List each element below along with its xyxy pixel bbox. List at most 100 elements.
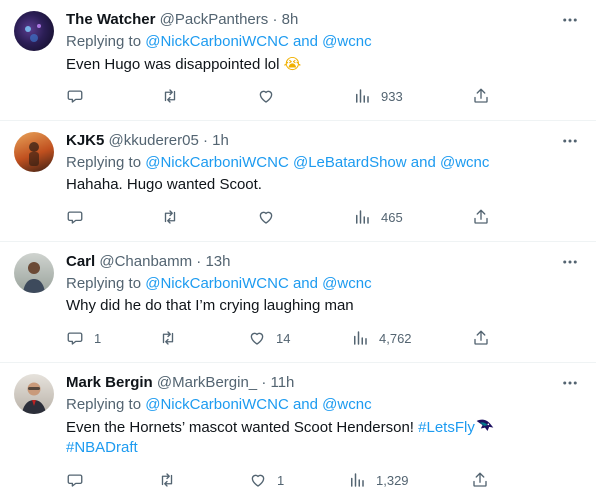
replying-to: Replying to @NickCarboniWCNC and @wcnc (66, 395, 372, 415)
tweet[interactable]: KJK5 @kkuderer05 · 1h Replying to @NickC… (0, 121, 596, 241)
heart-icon (251, 474, 265, 487)
mention-link[interactable]: @wcnc (322, 275, 371, 292)
display-name[interactable]: Mark Bergin (66, 374, 153, 391)
timestamp[interactable]: 8h (282, 11, 299, 28)
replying-to: Replying to @NickCarboniWCNC and @wcnc (66, 274, 372, 294)
share-icon (474, 88, 488, 103)
share-icon (474, 330, 488, 345)
reply-button[interactable]: 1 (66, 328, 101, 348)
retweet-button[interactable] (161, 86, 189, 106)
tweet[interactable]: Carl @Chanbamm · 13h Replying to @NickCa… (0, 242, 596, 362)
like-button[interactable]: 1 (249, 470, 284, 490)
mention-connector: and (292, 33, 318, 50)
timestamp[interactable]: 1h (212, 132, 229, 149)
views-icon (356, 89, 369, 103)
mention-link[interactable]: @wcnc (322, 396, 371, 413)
reply-button[interactable] (66, 86, 94, 106)
views-count: 465 (381, 209, 403, 225)
separator-dot: · (196, 253, 202, 270)
mention-link[interactable]: @wcnc (440, 154, 489, 171)
more-button[interactable] (558, 10, 582, 30)
mention-link[interactable]: @NickCarboniWCNC (145, 33, 289, 50)
mention-link[interactable]: @LeBatardShow (293, 154, 407, 171)
hashtag-link[interactable]: #LetsFly (418, 419, 475, 436)
display-name[interactable]: Carl (66, 253, 95, 270)
more-icon (563, 18, 577, 22)
tweet-text: Even Hugo was disappointed lol 😭 (66, 54, 566, 75)
views-button[interactable]: 4,762 (351, 328, 412, 348)
more-button[interactable] (558, 131, 582, 151)
share-button[interactable] (472, 328, 490, 348)
retweet-button[interactable] (159, 328, 187, 348)
mention-link[interactable]: @NickCarboniWCNC (145, 154, 289, 171)
reply-icon (67, 474, 83, 487)
tweet-text: Even the Hornets’ mascot wanted Scoot He… (66, 417, 566, 458)
tweet-text: Why did he do that I’m crying laughing m… (66, 296, 566, 316)
user-handle[interactable]: @kkuderer05 (109, 132, 199, 149)
tweet-text-content: Hahaha. Hugo wanted Scoot. (66, 176, 262, 193)
like-button[interactable]: 14 (248, 328, 290, 348)
share-button[interactable] (471, 470, 489, 490)
views-count: 4,762 (379, 330, 412, 346)
tweet-header: The Watcher @PackPanthers · 8h (66, 10, 298, 30)
views-icon (351, 473, 364, 487)
more-button[interactable] (558, 373, 582, 393)
heart-icon (259, 211, 273, 224)
avatar[interactable] (14, 11, 54, 51)
tweet-text-content: Why did he do that I’m crying laughing m… (66, 297, 354, 314)
views-button[interactable]: 1,329 (348, 470, 409, 490)
display-name[interactable]: KJK5 (66, 132, 104, 149)
user-handle[interactable]: @MarkBergin_ (157, 374, 257, 391)
user-handle[interactable]: @PackPanthers (160, 11, 269, 28)
timestamp[interactable]: 11h (270, 374, 294, 391)
hornets-logo-icon (476, 419, 494, 431)
replying-prefix: Replying to (66, 33, 142, 50)
views-icon (354, 331, 367, 345)
retweet-icon (162, 331, 174, 345)
crying-emoji: 😭 (283, 55, 302, 73)
tweet[interactable]: Mark Bergin @MarkBergin_ · 11h Replying … (0, 363, 596, 494)
like-button[interactable] (257, 86, 285, 106)
more-icon (563, 139, 577, 143)
reply-icon (67, 211, 83, 224)
replying-to: Replying to @NickCarboniWCNC and @wcnc (66, 32, 372, 52)
separator-dot: · (261, 374, 267, 391)
tweet[interactable]: The Watcher @PackPanthers · 8h Replying … (0, 0, 596, 120)
views-button[interactable]: 933 (353, 86, 403, 106)
tweet-text: Hahaha. Hugo wanted Scoot. (66, 175, 566, 195)
views-button[interactable]: 465 (353, 207, 403, 227)
mention-link[interactable]: @wcnc (322, 33, 371, 50)
reply-icon (67, 90, 83, 103)
replying-to: Replying to @NickCarboniWCNC @LeBatardSh… (66, 153, 489, 173)
reply-icon (67, 332, 83, 345)
views-count: 1,329 (376, 472, 409, 488)
mention-connector: and (292, 275, 318, 292)
share-button[interactable] (472, 86, 490, 106)
mention-link[interactable]: @NickCarboniWCNC (145, 275, 289, 292)
avatar[interactable] (14, 253, 54, 293)
tweet-header: Carl @Chanbamm · 13h (66, 252, 231, 272)
like-button[interactable] (257, 207, 285, 227)
share-button[interactable] (472, 207, 490, 227)
mention-connector: and (292, 396, 318, 413)
retweet-icon (164, 89, 176, 103)
avatar[interactable] (14, 132, 54, 172)
avatar[interactable] (14, 374, 54, 414)
mention-connector: and (410, 154, 436, 171)
more-icon (563, 260, 577, 264)
views-count: 933 (381, 88, 403, 104)
heart-icon (250, 332, 264, 345)
retweet-button[interactable] (158, 470, 186, 490)
user-handle[interactable]: @Chanbamm (99, 253, 192, 270)
retweet-button[interactable] (161, 207, 189, 227)
mention-link[interactable]: @NickCarboniWCNC (145, 396, 289, 413)
timestamp[interactable]: 13h (205, 253, 230, 270)
share-icon (473, 472, 487, 487)
views-icon (356, 210, 369, 224)
display-name[interactable]: The Watcher (66, 11, 155, 28)
hashtag-link[interactable]: #NBADraft (66, 439, 138, 456)
reply-button[interactable] (66, 207, 94, 227)
reply-button[interactable] (66, 470, 94, 490)
more-button[interactable] (558, 252, 582, 272)
like-count: 14 (276, 330, 291, 346)
